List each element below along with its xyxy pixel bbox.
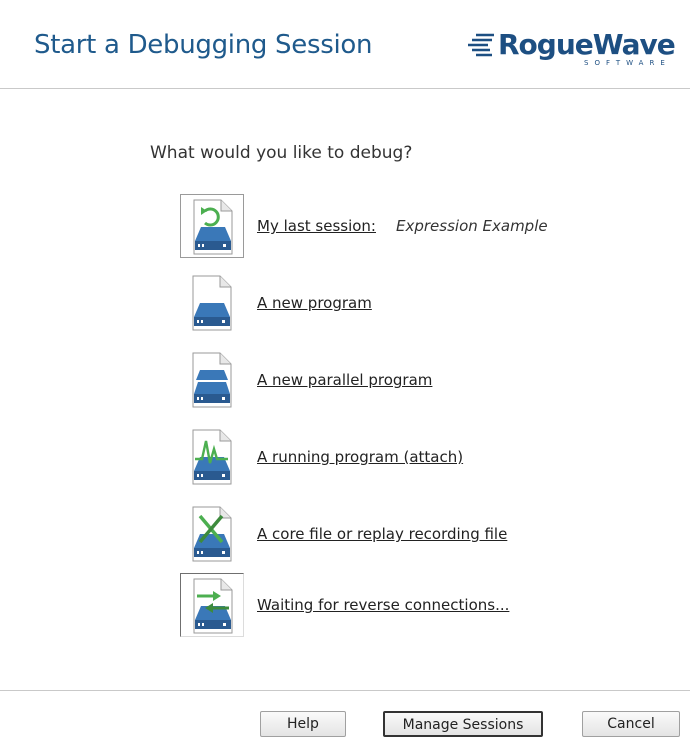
option-label[interactable]: A new parallel program xyxy=(257,371,432,389)
option-label[interactable]: A core file or replay recording file xyxy=(257,525,507,543)
logo-subtitle: SOFTWARE xyxy=(584,59,671,67)
header-divider xyxy=(0,88,690,89)
option-icon-frame xyxy=(180,194,244,258)
debug-question: What would you like to debug? xyxy=(150,143,413,163)
new-program-icon xyxy=(192,275,232,331)
attach-program-icon xyxy=(192,429,232,485)
help-button[interactable]: Help xyxy=(260,711,346,737)
option-icon-frame xyxy=(180,425,244,489)
option-running-program-attach[interactable]: A running program (attach) xyxy=(180,425,660,489)
option-new-program[interactable]: A new program xyxy=(180,271,660,335)
option-icon-frame xyxy=(180,348,244,412)
option-icon-frame xyxy=(180,271,244,335)
reverse-connection-icon xyxy=(193,578,233,634)
dialog-title: Start a Debugging Session xyxy=(34,30,373,60)
option-icon-frame xyxy=(180,573,244,637)
manage-sessions-button[interactable]: Manage Sessions xyxy=(383,711,543,737)
option-core-file[interactable]: A core file or replay recording file xyxy=(180,502,660,566)
option-new-parallel-program[interactable]: A new parallel program xyxy=(180,348,660,412)
footer-divider xyxy=(0,690,690,691)
roguewave-logo: RogueWave SOFTWARE xyxy=(466,28,688,70)
option-label[interactable]: My last session: xyxy=(257,217,376,235)
cancel-button[interactable]: Cancel xyxy=(582,711,680,737)
option-last-session[interactable]: My last session: Expression Example xyxy=(180,194,660,258)
option-reverse-connections[interactable]: Waiting for reverse connections... xyxy=(180,573,660,637)
dialog-header: Start a Debugging Session RogueWave SOFT… xyxy=(0,0,690,88)
option-label[interactable]: A running program (attach) xyxy=(257,448,463,466)
last-session-icon xyxy=(193,199,233,255)
logo-brand: RogueWave xyxy=(498,28,676,61)
core-file-icon xyxy=(192,506,232,562)
logo-lines-icon xyxy=(468,33,494,57)
last-session-name: Expression Example xyxy=(396,217,548,235)
parallel-program-icon xyxy=(192,352,232,408)
option-icon-frame xyxy=(180,502,244,566)
option-label[interactable]: Waiting for reverse connections... xyxy=(257,596,509,614)
option-label[interactable]: A new program xyxy=(257,294,372,312)
